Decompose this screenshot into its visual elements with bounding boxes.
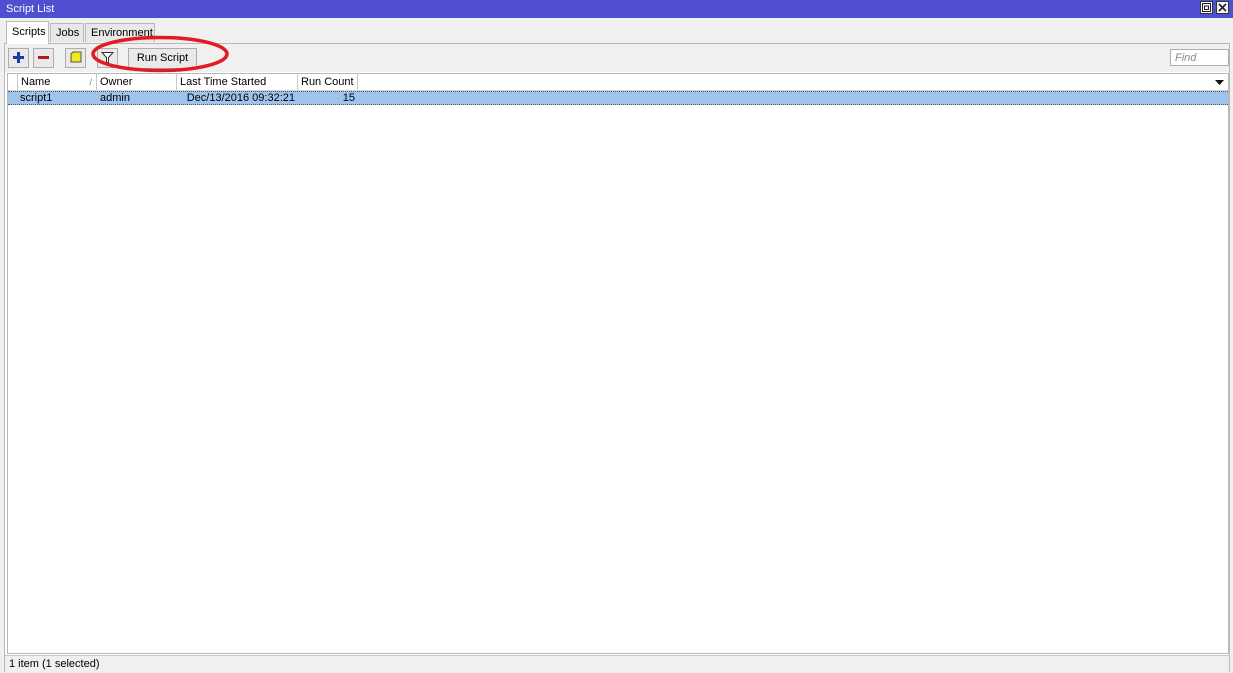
header-spacer	[8, 74, 18, 90]
sort-indicator: /	[89, 77, 92, 87]
filter-icon	[101, 52, 114, 63]
restore-icon	[1202, 3, 1211, 12]
table-row[interactable]: script1 admin Dec/13/2016 09:32:21 15	[8, 91, 1228, 105]
table-header: Name / Owner Last Time Started Run Count	[8, 74, 1228, 91]
close-button[interactable]	[1216, 1, 1229, 14]
scripts-panel: Run Script Name / Owner Last Time Starte…	[4, 43, 1230, 672]
status-bar: 1 item (1 selected)	[5, 655, 1229, 672]
title-bar[interactable]: Script List	[0, 0, 1233, 18]
column-header-last-time-started[interactable]: Last Time Started	[177, 74, 298, 90]
tab-scripts[interactable]: Scripts	[6, 21, 49, 44]
cell-last-time-started: Dec/13/2016 09:32:21	[186, 92, 295, 104]
minus-icon	[38, 56, 49, 59]
window-title: Script List	[6, 3, 55, 15]
script-list-window: Script List Scripts Jobs Environment Run…	[0, 0, 1233, 673]
column-header-name[interactable]: Name /	[18, 74, 97, 90]
cell-name: script1	[20, 92, 53, 104]
column-menu-icon[interactable]	[1213, 76, 1226, 88]
column-header-owner[interactable]: Owner	[97, 74, 177, 90]
toolbar: Run Script	[5, 44, 1229, 72]
column-header-run-count[interactable]: Run Count	[298, 74, 358, 90]
remove-button[interactable]	[33, 48, 54, 68]
restore-button[interactable]	[1200, 1, 1213, 14]
filter-button[interactable]	[97, 48, 118, 68]
cell-owner: admin	[100, 92, 130, 104]
close-icon	[1218, 3, 1227, 12]
scripts-table: Name / Owner Last Time Started Run Count…	[7, 73, 1229, 654]
add-button[interactable]	[8, 48, 29, 68]
cell-run-count: 15	[342, 92, 355, 104]
tab-jobs[interactable]: Jobs	[50, 23, 84, 42]
plus-icon	[13, 52, 24, 63]
column-header-name-label: Name	[21, 76, 51, 88]
tab-environment[interactable]: Environment	[85, 23, 155, 42]
run-script-button[interactable]: Run Script	[128, 48, 197, 69]
note-icon	[70, 51, 81, 63]
comment-button[interactable]	[65, 48, 86, 68]
find-input[interactable]	[1170, 49, 1229, 66]
status-text: 1 item (1 selected)	[9, 658, 100, 670]
